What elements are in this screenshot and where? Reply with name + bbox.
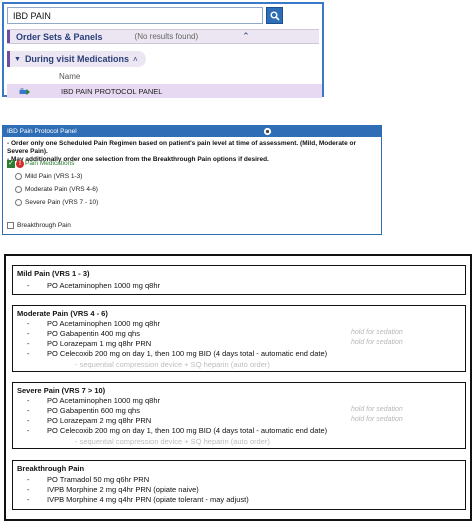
bullet-dash: - <box>27 281 30 290</box>
item-text: PO Gabapentin 600 mg qhs <box>47 406 140 415</box>
section-accent-bar <box>7 30 10 43</box>
item-text: IVPB Morphine 2 mg q4hr PRN (opiate naiv… <box>47 485 199 494</box>
order-search-panel: Order Sets & Panels (No results found) ⌃… <box>2 2 324 98</box>
hold-note: hold for sedation <box>351 329 403 336</box>
check-icon[interactable]: ✓ <box>7 159 15 168</box>
breakthrough-pain-section: Breakthrough Pain - PO Tramadol 50 mg q6… <box>12 460 466 510</box>
bullet-dash: - <box>27 406 30 415</box>
section-accent-bar <box>7 51 10 67</box>
alert-icon: ! <box>16 159 24 168</box>
search-button[interactable] <box>266 7 283 24</box>
visit-pill: ▼ During visit Medications ˄ <box>7 51 146 67</box>
bullet-dash: - <box>27 416 30 425</box>
pain-medications-label: Pain Medications <box>25 160 75 167</box>
radio-button[interactable] <box>15 173 22 180</box>
breakthrough-checkbox[interactable] <box>7 221 14 229</box>
bullet-dash: - <box>27 329 30 338</box>
search-input[interactable] <box>7 7 263 24</box>
section-title: Severe Pain (VRS 7 > 10) <box>17 386 106 395</box>
item-text: PO Celecoxib 200 mg on day 1, then 100 m… <box>47 349 328 358</box>
list-item: - PO Lorazepam 2 mg q8hr PRN hold for se… <box>13 416 465 425</box>
item-text: PO Acetaminophen 1000 mg q8hr <box>47 281 160 290</box>
radio-button[interactable] <box>15 186 22 193</box>
mild-pain-section: Mild Pain (VRS 1 - 3) - PO Acetaminophen… <box>12 265 466 295</box>
chevron-up-icon[interactable]: ⌃ <box>242 31 250 42</box>
radio-label: Moderate Pain (VRS 4-6) <box>25 186 98 193</box>
hold-note: hold for sedation <box>351 416 403 423</box>
list-item: - PO Tramadol 50 mg q6hr PRN <box>13 475 465 484</box>
info-icon[interactable] <box>263 127 272 140</box>
section-title: Moderate Pain (VRS 4 - 6) <box>17 309 108 318</box>
list-item: - PO Acetaminophen 1000 mg q8hr <box>13 396 465 405</box>
radio-label: Mild Pain (VRS 1-3) <box>25 173 83 180</box>
bullet-dash: - <box>27 349 30 358</box>
search-row <box>7 7 319 24</box>
item-text: PO Acetaminophen 1000 mg q8hr <box>47 396 160 405</box>
protocol-header: IBD Pain Protocol Panel <box>3 126 381 137</box>
radio-button[interactable] <box>15 199 22 206</box>
list-item: - IVPB Morphine 4 mg q4hr PRN (opiate to… <box>13 495 465 504</box>
protocol-title: IBD Pain Protocol Panel <box>7 128 77 135</box>
bullet-dash: - <box>27 319 30 328</box>
moderate-pain-section: Moderate Pain (VRS 4 - 6) - PO Acetamino… <box>12 305 466 372</box>
list-item: - PO Celecoxib 200 mg on day 1, then 100… <box>13 426 465 435</box>
during-visit-medications-header[interactable]: ▼ During visit Medications ˄ <box>7 51 319 67</box>
expand-icon[interactable]: ▼ <box>14 56 21 63</box>
pain-medications-row[interactable]: ✓ ! Pain Medications <box>7 159 75 168</box>
item-text: IVPB Morphine 4 mg q4hr PRN (opiate tole… <box>47 495 249 504</box>
severe-pain-section: Severe Pain (VRS 7 > 10) - PO Acetaminop… <box>12 382 466 449</box>
hold-note: hold for sedation <box>351 406 403 413</box>
search-icon <box>270 11 280 21</box>
item-text: PO Celecoxib 200 mg on day 1, then 100 m… <box>47 426 328 435</box>
order-set-icon <box>19 87 33 96</box>
list-item: - IVPB Morphine 2 mg q4hr PRN (opiate na… <box>13 485 465 494</box>
item-text: PO Tramadol 50 mg q6hr PRN <box>47 475 150 484</box>
breakthrough-pain-checkbox-row[interactable]: Breakthrough Pain <box>7 220 71 230</box>
instruction-line-1: - Order only one Scheduled Pain Regimen … <box>7 140 357 155</box>
no-results-note: (No results found) <box>134 32 199 41</box>
radio-severe-pain[interactable]: Severe Pain (VRS 7 - 10) <box>15 198 98 207</box>
item-text: PO Lorazepam 1 mg q8hr PRN <box>47 339 152 348</box>
result-label: IBD PAIN PROTOCOL PANEL <box>61 86 163 96</box>
radio-mild-pain[interactable]: Mild Pain (VRS 1-3) <box>15 172 82 181</box>
protocol-panel: IBD Pain Protocol Panel - Order only one… <box>2 125 382 235</box>
bullet-dash: - <box>27 426 30 435</box>
bullet-dash: - <box>27 475 30 484</box>
ibd-pain-protocol-panel-row[interactable]: IBD PAIN PROTOCOL PANEL <box>7 84 322 98</box>
chevron-up-icon[interactable]: ˄ <box>133 55 138 64</box>
list-item: - PO Gabapentin 600 mg qhs hold for seda… <box>13 406 465 415</box>
hold-note: hold for sedation <box>351 339 403 346</box>
section-title: Breakthrough Pain <box>17 464 85 473</box>
order-sets-panels-header[interactable]: Order Sets & Panels (No results found) ⌃ <box>7 29 319 44</box>
sub-item-text: - sequential compression device + SQ hep… <box>75 437 270 446</box>
bullet-dash: - <box>27 396 30 405</box>
pain-regimens-panel: Mild Pain (VRS 1 - 3) - PO Acetaminophen… <box>4 254 472 521</box>
list-item: - PO Celecoxib 200 mg on day 1, then 100… <box>13 349 465 358</box>
list-item: - PO Acetaminophen 1000 mg q8hr <box>13 319 465 328</box>
breakthrough-label: Breakthrough Pain <box>17 221 71 229</box>
sub-item-text: - sequential compression device + SQ hep… <box>75 360 270 369</box>
section-title: Mild Pain (VRS 1 - 3) <box>17 269 90 278</box>
sub-item: - sequential compression device + SQ hep… <box>13 360 465 369</box>
item-text: PO Acetaminophen 1000 mg q8hr <box>47 319 160 328</box>
list-item: - PO Acetaminophen 1000 mg q8hr <box>13 281 465 290</box>
bullet-dash: - <box>27 495 30 504</box>
bullet-dash: - <box>27 485 30 494</box>
item-text: PO Gabapentin 400 mg qhs <box>47 329 140 338</box>
bullet-dash: - <box>27 339 30 348</box>
during-visit-label: During visit Medications <box>24 54 129 64</box>
list-item: - PO Lorazepam 1 mg q8hr PRN hold for se… <box>13 339 465 348</box>
name-column-header: Name <box>59 72 81 81</box>
order-sets-title: Order Sets & Panels <box>16 31 103 42</box>
sub-item: - sequential compression device + SQ hep… <box>13 437 465 446</box>
radio-moderate-pain[interactable]: Moderate Pain (VRS 4-6) <box>15 185 98 194</box>
item-text: PO Lorazepam 2 mg q8hr PRN <box>47 416 152 425</box>
radio-label: Severe Pain (VRS 7 - 10) <box>25 199 99 206</box>
list-item: - PO Gabapentin 400 mg qhs hold for seda… <box>13 329 465 338</box>
